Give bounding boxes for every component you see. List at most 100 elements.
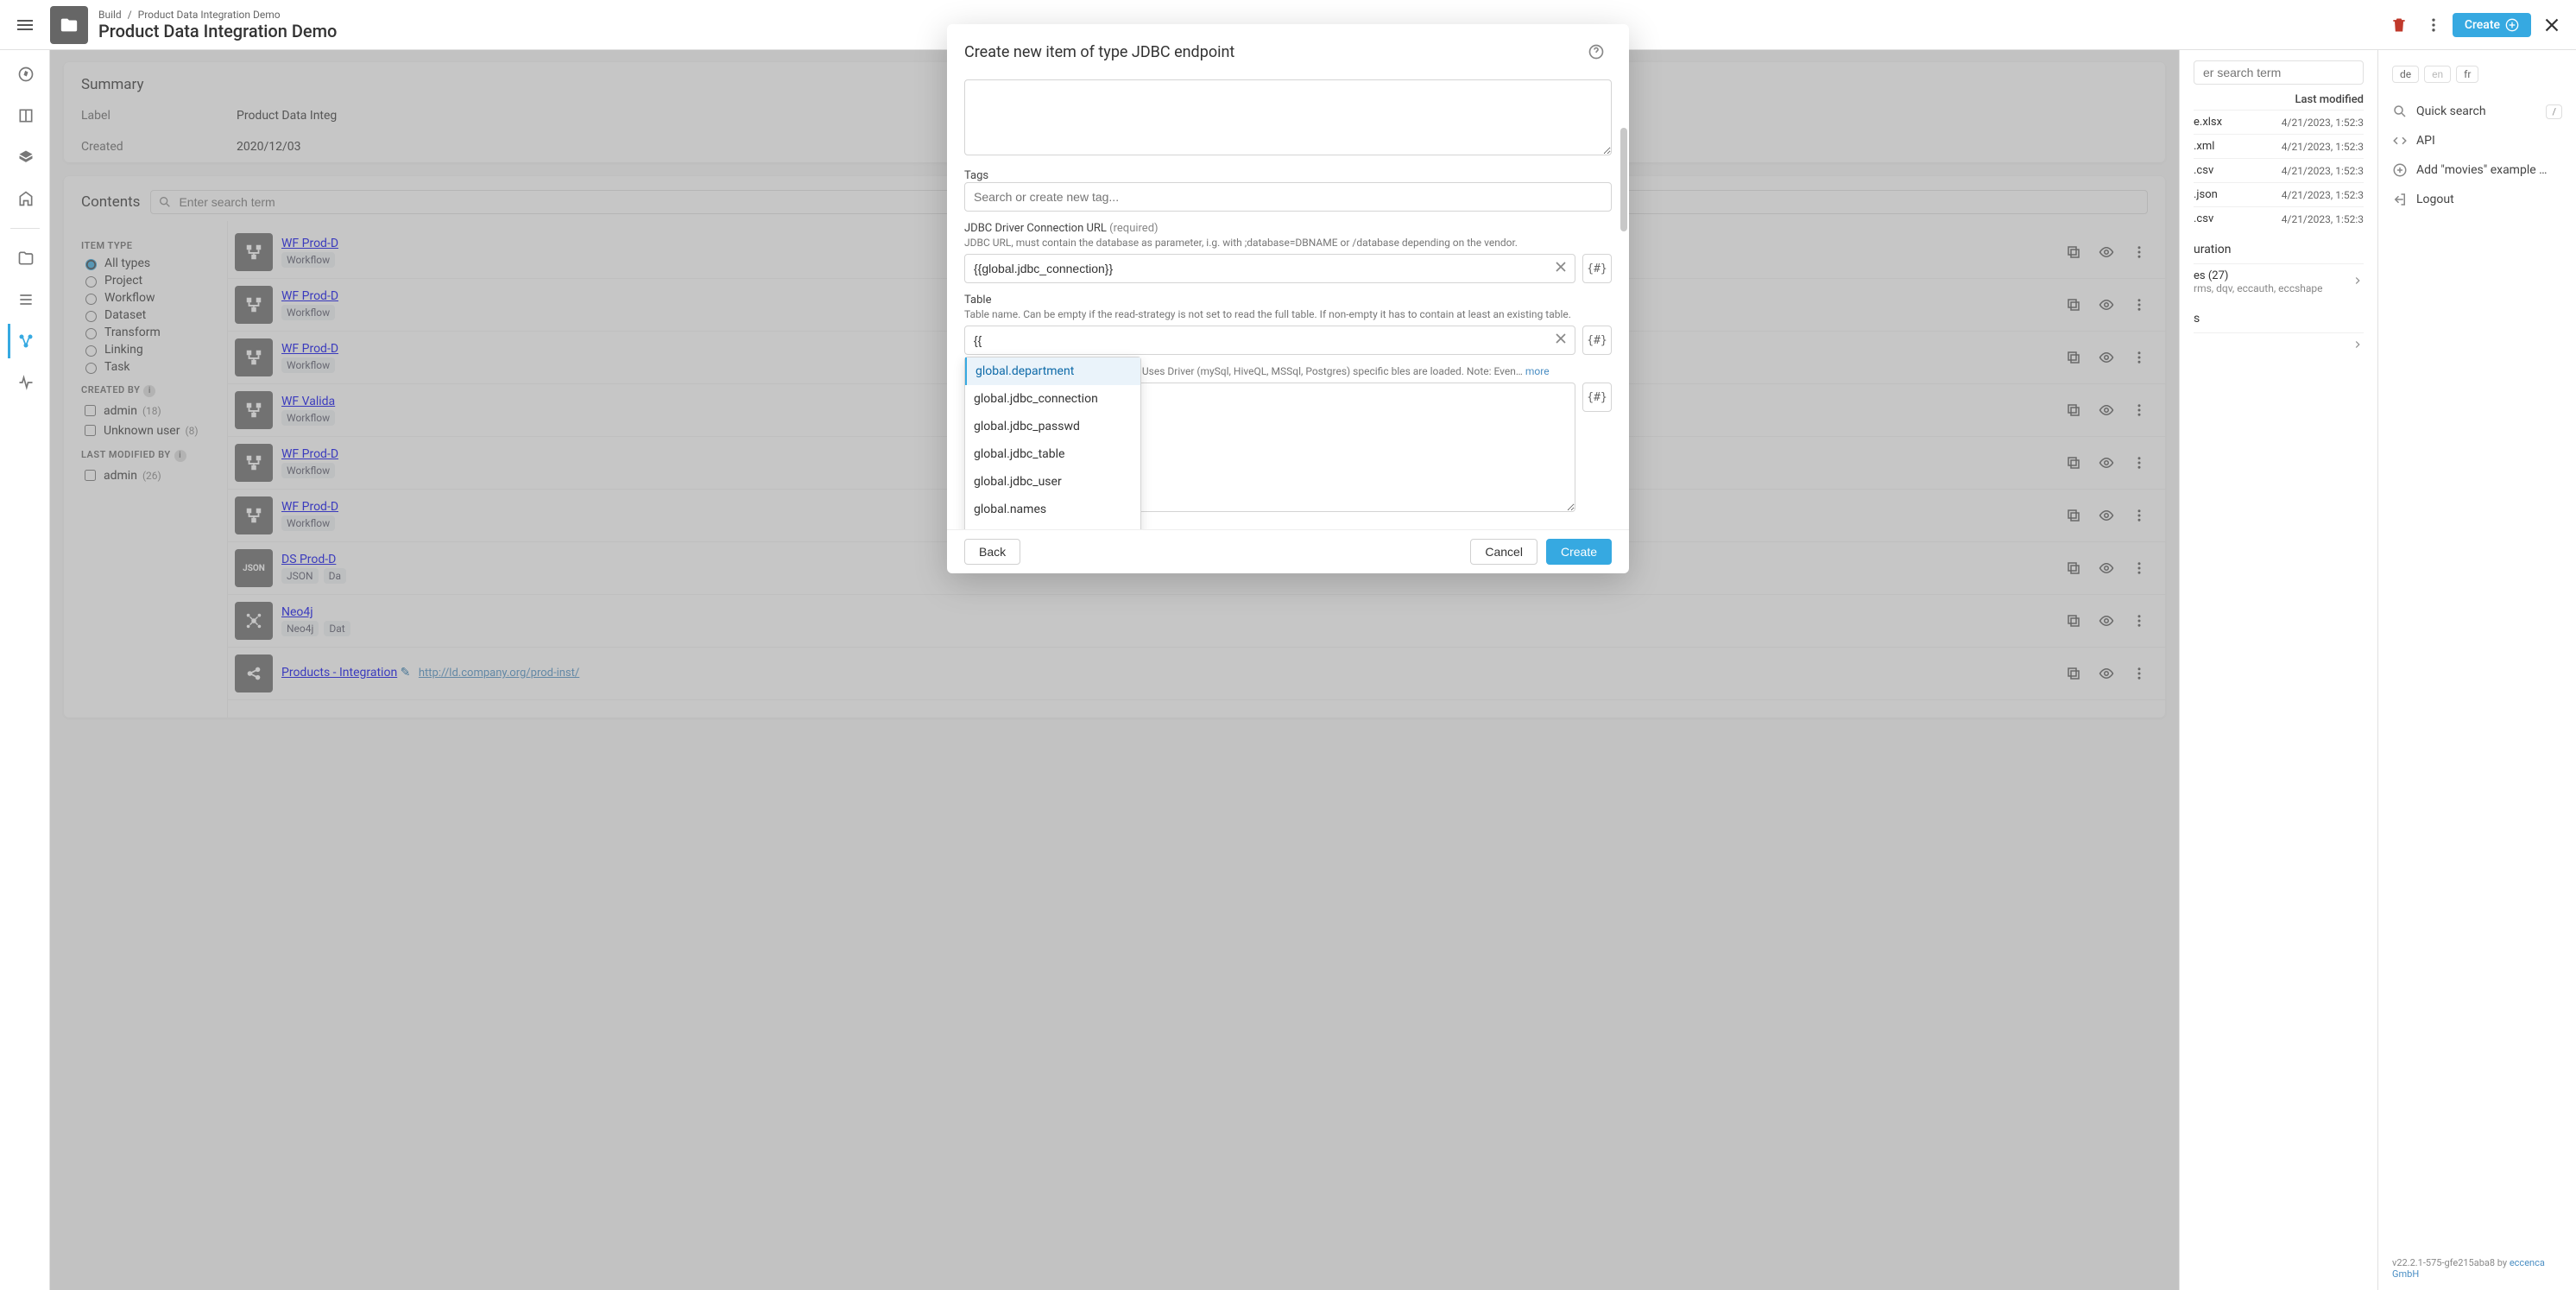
jdbc-url-label: JDBC Driver Connection URL (required) [964, 222, 1612, 235]
version-footer: v22.2.1-575-gfe215aba8 by eccenca GmbH [2392, 1257, 2562, 1280]
more-menu-button[interactable] [2418, 9, 2449, 41]
book-icon [17, 107, 35, 124]
delete-button[interactable] [2383, 9, 2415, 41]
config-prefixes-sub: rms, dqv, eccauth, eccshape [2194, 282, 2323, 294]
file-name: e.xlsx [2194, 116, 2275, 129]
file-name: .csv [2194, 164, 2275, 177]
language-switcher: deenfr [2392, 66, 2562, 83]
create-button-label: Create [2465, 18, 2500, 32]
config-prefixes-row[interactable]: es (27) rms, dqv, eccauth, eccshape [2194, 263, 2364, 300]
rail-files[interactable] [8, 241, 42, 275]
side-menu: deenfr Quick search / API Add "movies" e… [2377, 50, 2576, 1290]
table-field-label: Table [964, 294, 1612, 307]
kebab-icon [2425, 16, 2442, 34]
table-field-help: Table name. Can be empty if the read-str… [964, 308, 1612, 320]
source-more-link[interactable]: more [1525, 365, 1550, 377]
jdbc-url-template-button[interactable]: {#} [1582, 254, 1612, 283]
rail-build[interactable] [8, 181, 42, 216]
lang-chip[interactable]: fr [2456, 66, 2478, 83]
lang-chip[interactable]: en [2424, 66, 2451, 83]
source-template-button[interactable]: {#} [1582, 383, 1612, 412]
menu-add-movies[interactable]: Add "movies" example … [2392, 155, 2562, 185]
file-row[interactable]: .json4/21/2023, 1:52:3 [2194, 182, 2364, 206]
dialog-title: Create new item of type JDBC endpoint [964, 43, 1234, 61]
file-row[interactable]: e.xlsx4/21/2023, 1:52:3 [2194, 110, 2364, 134]
pulse-icon [17, 374, 35, 391]
trash-icon [2390, 16, 2408, 34]
menu-quick-search-kbd: / [2546, 104, 2562, 119]
code-icon [2392, 133, 2408, 149]
tags-input[interactable] [964, 182, 1612, 212]
breadcrumb-root[interactable]: Build [98, 9, 122, 21]
clear-icon [1552, 258, 1569, 275]
file-row[interactable]: .xml4/21/2023, 1:52:3 [2194, 134, 2364, 158]
jdbc-url-input[interactable] [964, 254, 1575, 283]
dialog-help-button[interactable] [1581, 36, 1612, 67]
file-date: 4/21/2023, 1:52:3 [2282, 165, 2364, 177]
menu-api[interactable]: API [2392, 126, 2562, 155]
building-icon [17, 190, 35, 207]
table-input[interactable] [964, 326, 1575, 355]
logout-icon [2392, 192, 2408, 207]
folder-icon [17, 250, 35, 267]
jdbc-url-help: JDBC URL, must contain the database as p… [964, 237, 1612, 249]
list-icon [17, 291, 35, 308]
menu-quick-search[interactable]: Quick search / [2392, 97, 2562, 126]
tags-field-label: Tags [964, 169, 1612, 182]
autocomplete-option[interactable]: global.department [965, 357, 1140, 385]
scrollbar-thumb[interactable] [1620, 128, 1627, 231]
required-marker: (required) [1109, 222, 1158, 235]
search-icon [2392, 104, 2408, 119]
menu-api-label: API [2416, 134, 2435, 148]
menu-add-movies-label: Add "movies" example … [2416, 163, 2547, 177]
back-button[interactable]: Back [964, 539, 1020, 565]
jdbc-url-clear[interactable] [1550, 256, 1572, 278]
rail-activities[interactable] [8, 365, 42, 400]
chevron-right-icon [2352, 338, 2364, 354]
activities-row[interactable] [2194, 332, 2364, 359]
plus-circle-icon [2392, 162, 2408, 178]
autocomplete-option[interactable]: global.jdbc_connection [965, 385, 1140, 413]
breadcrumb-project[interactable]: Product Data Integration Demo [138, 9, 281, 21]
table-autocomplete-dropdown: global.departmentglobal.jdbc_connectiong… [964, 357, 1141, 529]
table-template-button[interactable]: {#} [1582, 326, 1612, 355]
rail-query[interactable] [8, 140, 42, 174]
close-icon [2541, 14, 2563, 36]
menu-logout[interactable]: Logout [2392, 185, 2562, 214]
config-prefixes-label: es (27) [2194, 269, 2228, 282]
table-clear[interactable] [1550, 327, 1572, 350]
file-date: 4/21/2023, 1:52:3 [2282, 141, 2364, 153]
cancel-button[interactable]: Cancel [1470, 539, 1537, 565]
autocomplete-option[interactable]: global.names [965, 496, 1140, 523]
lang-chip[interactable]: de [2392, 66, 2419, 83]
autocomplete-option[interactable]: global.jdbc_passwd [965, 413, 1140, 440]
close-panel-button[interactable] [2535, 8, 2569, 42]
rail-vocab[interactable] [8, 98, 42, 133]
autocomplete-option[interactable]: global.jdbc_table [965, 440, 1140, 468]
dialog-create-button[interactable]: Create [1546, 539, 1612, 565]
file-row[interactable]: .csv 4/21/2023, 1:52:3 [2194, 158, 2364, 182]
rail-list[interactable] [8, 282, 42, 317]
help-icon [1588, 43, 1605, 60]
autocomplete-option[interactable]: global.jdbc_user [965, 468, 1140, 496]
hamburger-icon [15, 15, 35, 35]
menu-logout-label: Logout [2416, 193, 2454, 206]
nodes-icon [17, 332, 35, 350]
menu-quick-search-label: Quick search [2416, 104, 2486, 118]
file-row[interactable]: .csv4/21/2023, 1:52:3 [2194, 206, 2364, 231]
layers-icon [17, 149, 35, 166]
rail-explore[interactable] [8, 57, 42, 92]
file-date: 4/21/2023, 1:52:3 [2282, 189, 2364, 201]
autocomplete-option[interactable]: global.waitingTimeInSeconds [965, 523, 1140, 529]
description-input[interactable] [964, 79, 1612, 155]
activities-heading: s [2194, 312, 2364, 326]
dialog-scrollbar[interactable] [1620, 93, 1627, 522]
menu-toggle[interactable] [0, 0, 50, 50]
files-header-last-modified: Last modified [2295, 93, 2364, 106]
rail-separator [10, 228, 40, 229]
project-icon [50, 6, 88, 44]
files-search-input[interactable] [2201, 65, 2361, 80]
rail-integration[interactable] [8, 324, 42, 358]
right-panel: Last modified e.xlsx4/21/2023, 1:52:3.xm… [2179, 50, 2377, 1290]
create-button[interactable]: Create [2453, 13, 2531, 37]
